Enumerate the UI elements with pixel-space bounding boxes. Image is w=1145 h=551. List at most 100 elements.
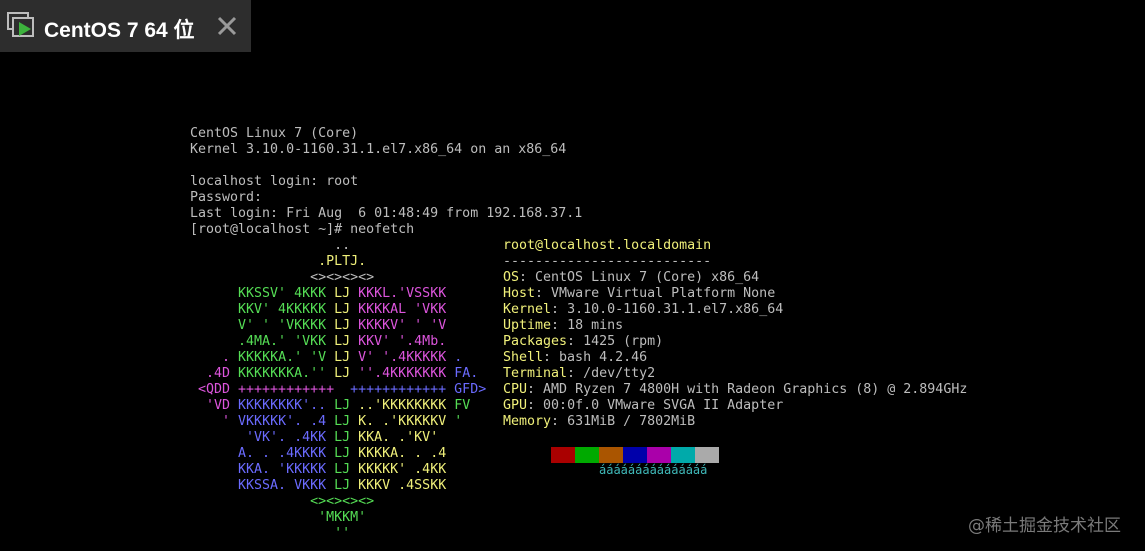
info-row: Packages: 1425 (rpm) [503,334,663,350]
info-colon: : [527,398,544,413]
boot-line-os: CentOS Linux 7 (Core) [190,126,359,141]
logo-segment: 'VK'. .4KK [190,430,335,445]
logo-line: V' ' 'VKKKK LJ KKKKV' ' 'V [190,318,446,334]
logo-segment: .4MA.' 'VKK [190,334,335,349]
palette-swatch [599,447,623,463]
logo-segment: ++++++++++++ GFD> [350,382,487,397]
tab-title: CentOS 7 64 位 [44,19,195,42]
info-value: 631MiB / 7802MiB [567,414,696,429]
palette-swatch [527,447,551,463]
info-key: CPU [503,382,528,397]
logo-segment: KKSSA. VKKK [190,478,335,493]
info-row: Uptime: 18 mins [503,318,623,334]
logo-segment: LJ [334,350,359,365]
logo-segment: 'VD [190,398,239,413]
info-separator: -------------------------- [503,254,712,269]
logo-segment: K. .'KKKKKV [358,414,455,429]
info-key: Uptime [503,318,552,333]
logo-segment: <QDD ++++++++++++ [190,382,351,397]
logo-segment: LJ [334,398,359,413]
logo-line: '' [190,526,350,542]
logo-segment: .4D [190,366,239,381]
logo-segment: KKKL.'VSSKK [358,286,447,301]
logo-segment: LJ [334,302,359,317]
shell-prompt-line: [root@localhost ~]# neofetch [190,222,415,237]
info-value: 00:0f.0 VMware SVGA II Adapter [543,398,784,413]
logo-segment: KKKV .4SSKK [358,478,447,493]
logo-segment: FA. [454,366,479,381]
logo-segment: VKKKKK'. .4 [238,414,335,429]
logo-segment: V' ' 'VKKKK [190,318,335,333]
logo-segment: KKKKA. . .4 [358,446,447,461]
logo-segment: KKA. .'KV' [358,430,439,445]
logo-line: .. [190,238,350,254]
info-row: Host: VMware Virtual Platform None [503,286,775,302]
info-user-host: root@localhost.localdomain [503,238,712,253]
logo-segment: . [190,350,239,365]
close-icon[interactable] [214,13,240,39]
logo-segment: V' '.4KKKKK [358,350,455,365]
logo-segment: KKKKKKKK'.. [238,398,335,413]
logo-segment: KKKKV' ' 'V [358,318,447,333]
logo-segment: '' [190,526,351,541]
logo-line: .PLTJ. [190,254,366,270]
logo-segment: KKKKAL 'VKK [358,302,447,317]
info-value: CentOS Linux 7 (Core) x86_64 [535,270,760,285]
logo-segment: <><><><> [190,494,375,509]
logo-line: KKV' 4KKKKK LJ KKKKAL 'VKK [190,302,446,318]
logo-segment: KKA. 'KKKKK [190,462,335,477]
info-row: Terminal: /dev/tty2 [503,366,655,382]
info-value: 18 mins [567,318,624,333]
logo-segment: LJ [334,478,359,493]
info-key: Memory [503,414,552,429]
boot-line-password: Password: [190,190,263,205]
logo-segment: KKSSV' 4KKK [190,286,335,301]
info-row: CPU: AMD Ryzen 7 4800H with Radeon Graph… [503,382,967,398]
logo-segment: . [454,350,463,365]
info-key: OS [503,270,520,285]
logo-segment: <><><><> [190,270,375,285]
logo-segment: LJ [334,334,359,349]
info-key: Shell [503,350,544,365]
logo-line: KKSSA. VKKK LJ KKKV .4SSKK [190,478,446,494]
logo-segment: LJ [334,462,359,477]
info-row: Shell: bash 4.2.46 [503,350,647,366]
boot-line-kernel: Kernel 3.10.0-1160.31.1.el7.x86_64 on an… [190,142,567,157]
logo-segment: LJ [334,366,359,381]
info-row: Memory: 631MiB / 7802MiB [503,414,695,430]
logo-line: . KKKKKA.' 'V LJ V' '.4KKKKK . [190,350,462,366]
logo-line: .4MA.' 'VKK LJ KKV' '.4Mb. [190,334,446,350]
logo-line: KKA. 'KKKKK LJ KKKKK' .4KK [190,462,446,478]
palette-swatch [551,447,575,463]
vm-console[interactable]: CentOS Linux 7 (Core) Kernel 3.10.0-1160… [0,0,1145,551]
vm-tab[interactable]: CentOS 7 64 位 [0,0,251,52]
color-palette [527,447,719,463]
logo-segment: .. [190,238,351,253]
info-colon: : [551,302,568,317]
logo-line: .4D KKKKKKKA.'' LJ ''.4KKKKKKK FA. [190,366,478,382]
palette-swatch [671,447,695,463]
palette-swatch [695,447,719,463]
boot-line-last-login: Last login: Fri Aug 6 01:48:49 from 192.… [190,206,583,221]
info-key: Host [503,286,536,301]
logo-segment: KKKKKKKA.'' [238,366,335,381]
logo-segment: ' [454,414,463,429]
palette-swatch [575,447,599,463]
info-colon: : [519,270,536,285]
info-value: 3.10.0-1160.31.1.el7.x86_64 [567,302,784,317]
info-key: Kernel [503,302,552,317]
info-value: VMware Virtual Platform None [551,286,776,301]
logo-line: <><><><> [190,270,374,286]
watermark: @稀土掘金技术社区 [968,516,1121,536]
palette-bottom-row: ááááááááááááááá [599,463,708,477]
palette-swatch [623,447,647,463]
info-key: GPU [503,398,528,413]
info-value: AMD Ryzen 7 4800H with Radeon Graphics (… [543,382,968,397]
logo-line: 'VK'. .4KK LJ KKA. .'KV' [190,430,438,446]
logo-line: ' VKKKKK'. .4 LJ K. .'KKKKKV ' [190,414,462,430]
boot-line-login: localhost login: root [190,174,359,189]
logo-segment: A. . .4KKKK [190,446,335,461]
logo-line: <QDD ++++++++++++ ++++++++++++ GFD> [190,382,486,398]
logo-line: A. . .4KKKK LJ KKKKA. . .4 [190,446,446,462]
info-key: Terminal [503,366,568,381]
